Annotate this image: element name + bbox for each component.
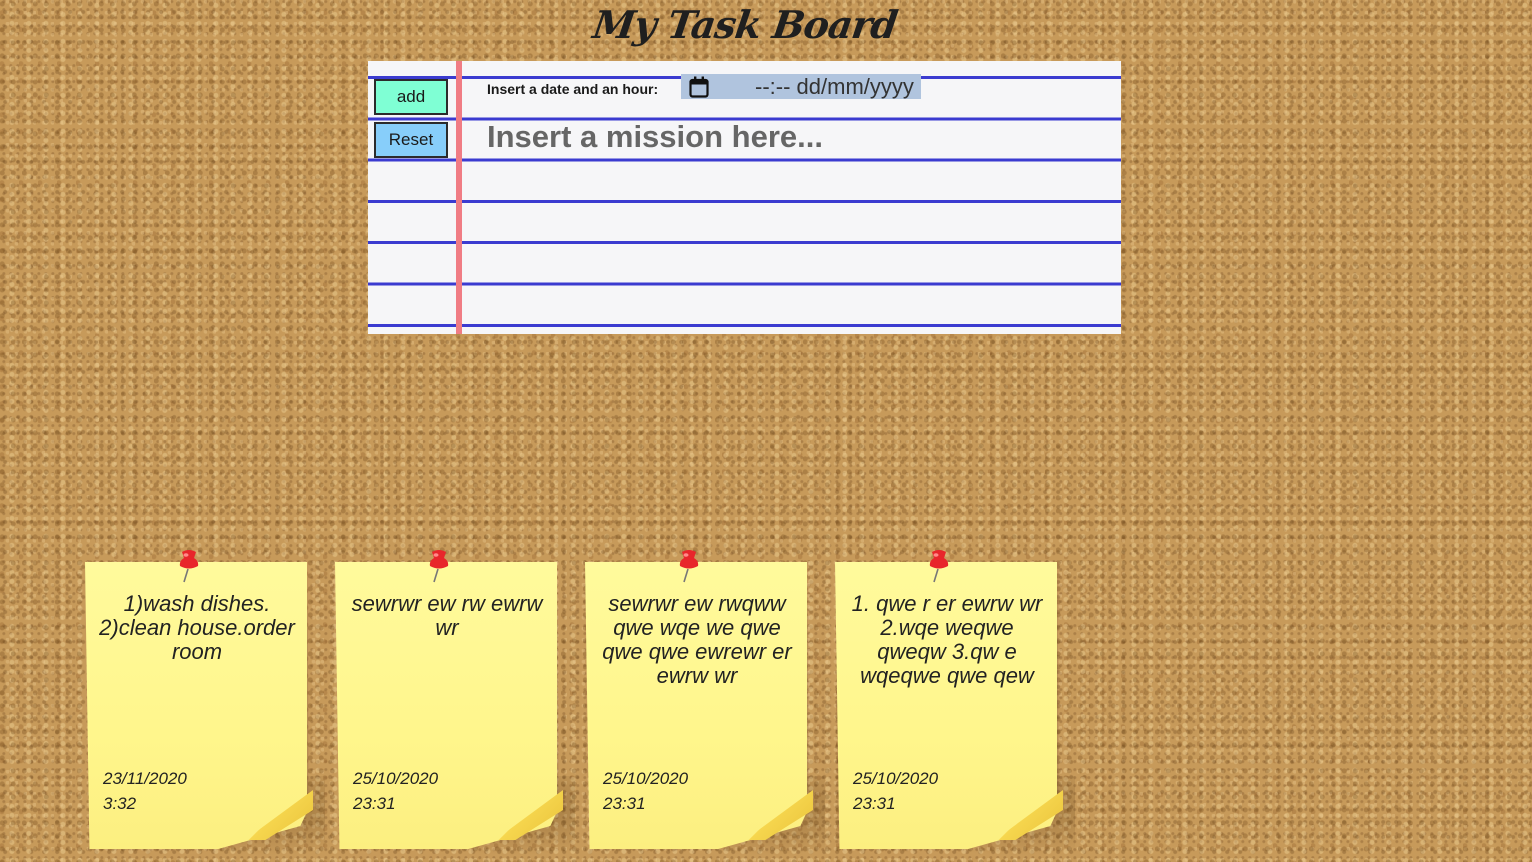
sticky-note: sewrwr ew rw ewrw wr 25/10/2020 23:31 bbox=[335, 550, 585, 856]
note-time: 23:31 bbox=[353, 794, 396, 813]
note-time: 23:31 bbox=[603, 794, 646, 813]
calendar-icon[interactable] bbox=[689, 76, 709, 98]
note-date: 25/10/2020 bbox=[603, 769, 689, 788]
note-text: 1)wash dishes. 2)clean house.order room bbox=[99, 591, 295, 664]
add-button[interactable]: add bbox=[374, 79, 448, 115]
datetime-value: --:-- dd/mm/yyyy bbox=[755, 73, 914, 99]
pushpin-icon bbox=[929, 550, 949, 583]
notebook-margin-line bbox=[456, 61, 462, 334]
pushpin-icon bbox=[679, 550, 699, 583]
note-time: 3:32 bbox=[103, 794, 137, 813]
pushpin-icon bbox=[179, 550, 199, 583]
note-time: 23:31 bbox=[853, 794, 896, 813]
datetime-input[interactable]: --:-- dd/mm/yyyy bbox=[681, 74, 921, 99]
task-form: add Reset Insert a date and an hour: --:… bbox=[368, 61, 1121, 334]
sticky-note: sewrwr ew rwqww qwe wqe we qwe qwe qwe e… bbox=[585, 550, 835, 856]
date-label: Insert a date and an hour: bbox=[487, 81, 659, 97]
note-text: sewrwr ew rwqww qwe wqe we qwe qwe qwe e… bbox=[602, 591, 792, 688]
page-title: My Task Board bbox=[590, 2, 900, 47]
pushpin-icon bbox=[429, 550, 449, 583]
note-text: 1. qwe r er ewrw wr 2.wqe weqwe qweqw 3.… bbox=[851, 591, 1043, 688]
mission-input[interactable] bbox=[487, 117, 1087, 157]
reset-button[interactable]: Reset bbox=[374, 122, 448, 158]
sticky-note: 1)wash dishes. 2)clean house.order room … bbox=[85, 550, 335, 856]
note-text: sewrwr ew rw ewrw wr bbox=[351, 591, 543, 640]
sticky-note: 1. qwe r er ewrw wr 2.wqe weqwe qweqw 3.… bbox=[835, 550, 1085, 856]
note-date: 23/11/2020 bbox=[103, 769, 187, 788]
note-date: 25/10/2020 bbox=[353, 769, 439, 788]
note-date: 25/10/2020 bbox=[853, 769, 939, 788]
